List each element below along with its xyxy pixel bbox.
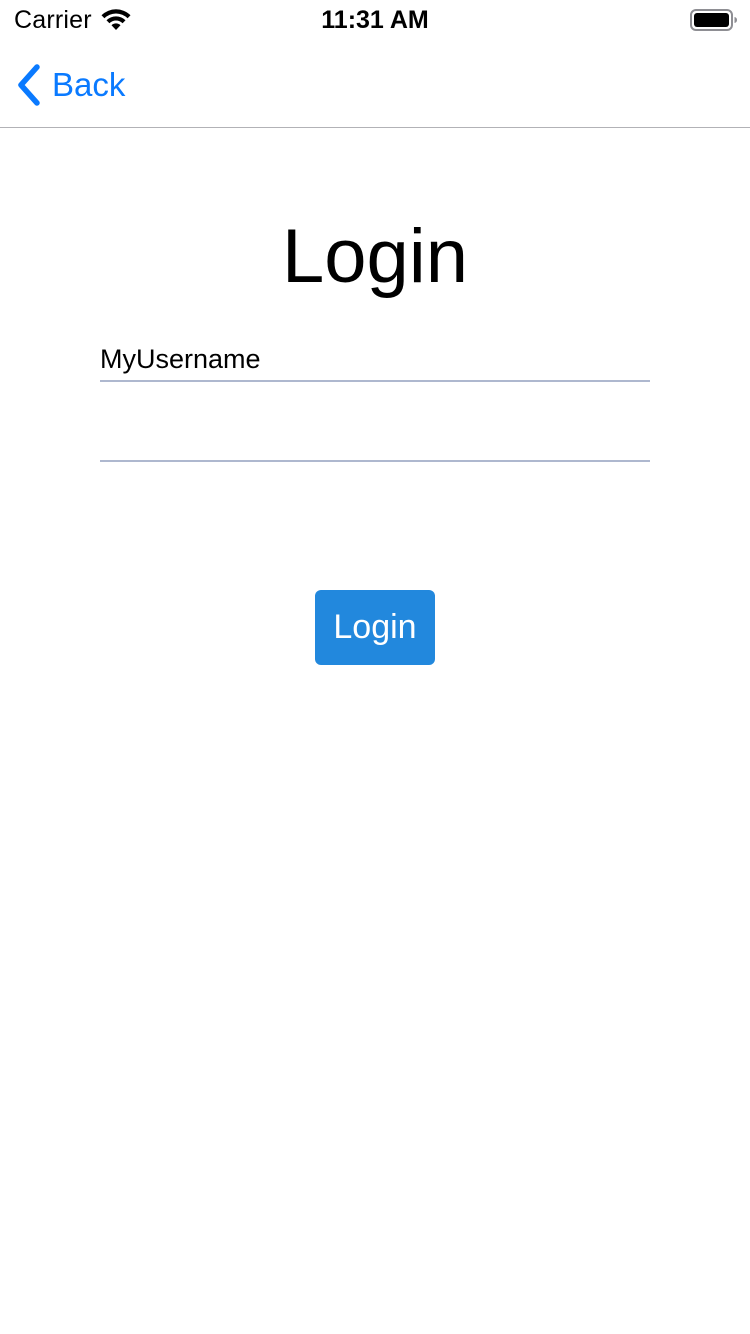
password-field[interactable] <box>100 418 650 462</box>
back-button[interactable]: Back <box>16 62 125 108</box>
login-screen: Carrier 11:31 AM Back Login Login <box>0 0 750 1334</box>
page-title: Login <box>282 214 468 299</box>
navigation-bar: Back <box>0 40 750 128</box>
battery-icon <box>690 9 737 31</box>
status-time: 11:31 AM <box>321 6 429 34</box>
username-field[interactable] <box>100 338 650 382</box>
back-label: Back <box>52 66 126 103</box>
status-bar: Carrier 11:31 AM <box>0 0 750 40</box>
login-button[interactable]: Login <box>315 590 435 665</box>
chevron-left-icon <box>18 64 40 106</box>
